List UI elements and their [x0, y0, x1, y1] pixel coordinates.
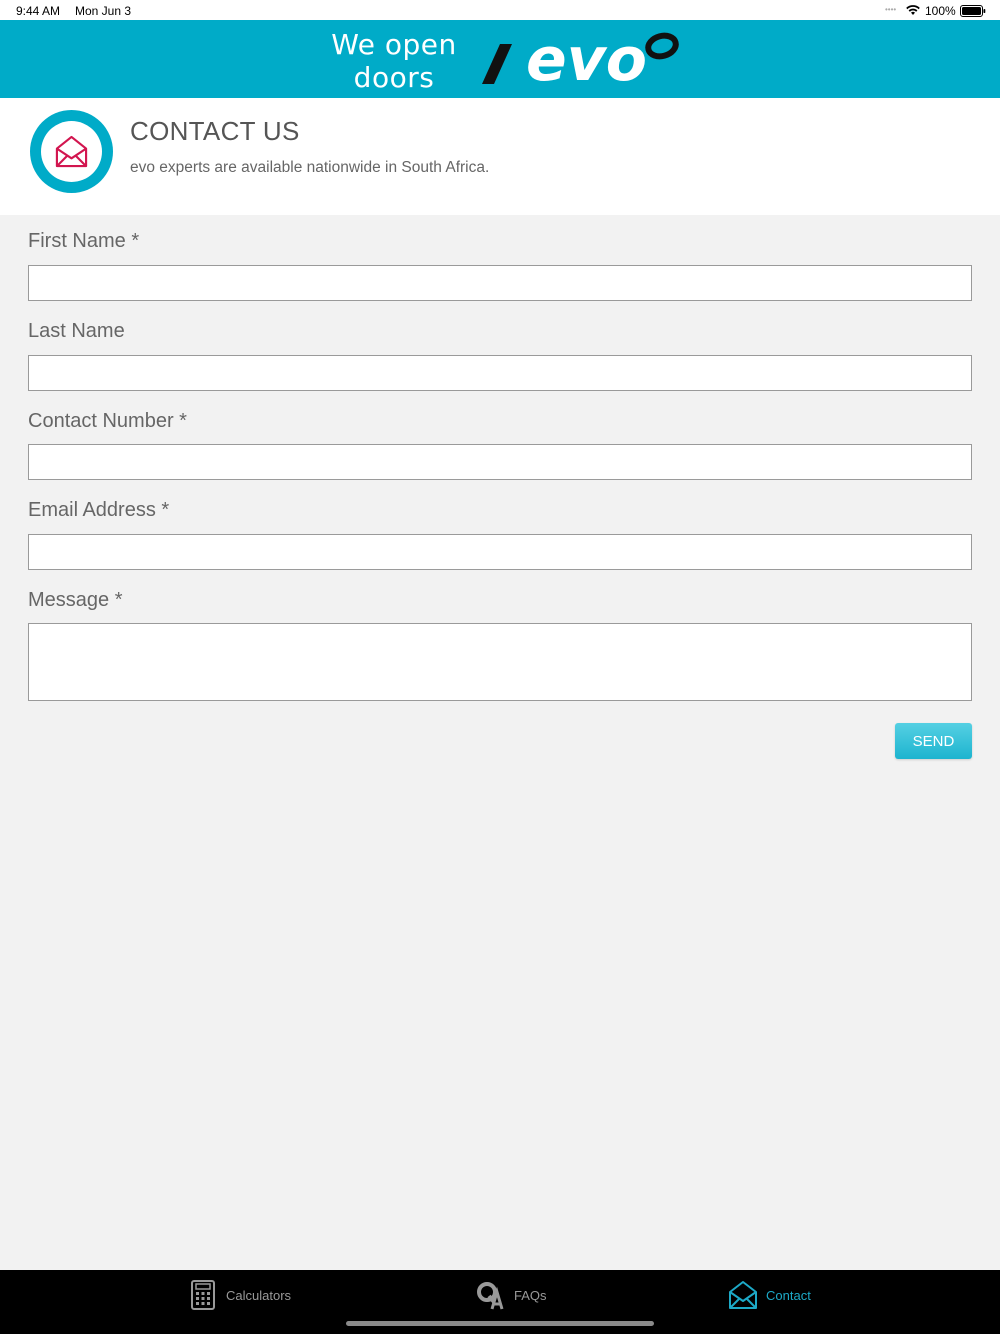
contact-number-field[interactable]	[28, 444, 972, 480]
tagline: We open doors	[331, 28, 457, 94]
email-address-label: Email Address *	[28, 499, 170, 521]
last-name-field[interactable]	[28, 355, 972, 391]
envelope-icon	[55, 135, 88, 168]
envelope-icon	[729, 1281, 757, 1309]
calculator-icon	[191, 1280, 215, 1310]
email-field[interactable]	[28, 534, 972, 570]
tab-calculators[interactable]: Calculators	[188, 1270, 291, 1320]
contact-badge	[30, 110, 113, 193]
evo-logo: evo	[482, 30, 679, 95]
tab-contact[interactable]: Contact	[728, 1270, 811, 1320]
tab-calculators-label: Calculators	[226, 1287, 292, 1303]
message-label: Message *	[28, 589, 123, 611]
qa-icon	[477, 1282, 504, 1310]
page-title: CONTACT US	[130, 116, 300, 146]
tab-contact-label: Contact	[766, 1287, 811, 1303]
home-indicator	[346, 1321, 654, 1326]
tab-faqs[interactable]: FAQs	[476, 1270, 547, 1320]
status-time: 9:44 AM	[16, 4, 61, 18]
battery-icon	[960, 5, 986, 17]
message-field[interactable]	[28, 623, 972, 701]
tab-faqs-label: FAQs	[514, 1287, 547, 1303]
status-bar: 9:44 AM Mon Jun 3 •••• 100%	[0, 0, 1000, 20]
wifi-icon	[906, 5, 920, 15]
signal-icon: ••••	[885, 5, 897, 14]
contact-header: CONTACT US evo experts are available nat…	[0, 98, 1000, 215]
send-button[interactable]: SEND	[895, 723, 972, 759]
evo-logo-text: evo	[526, 30, 647, 95]
contact-number-label: Contact Number *	[28, 410, 187, 432]
battery-percent: 100%	[925, 4, 956, 18]
page-subtitle: evo experts are available nationwide in …	[130, 159, 490, 176]
first-name-label: First Name *	[28, 230, 140, 252]
status-date: Mon Jun 3	[75, 4, 132, 18]
first-name-field[interactable]	[28, 265, 972, 301]
header-banner: We open doors evo	[0, 20, 1000, 98]
last-name-label: Last Name	[28, 320, 125, 342]
